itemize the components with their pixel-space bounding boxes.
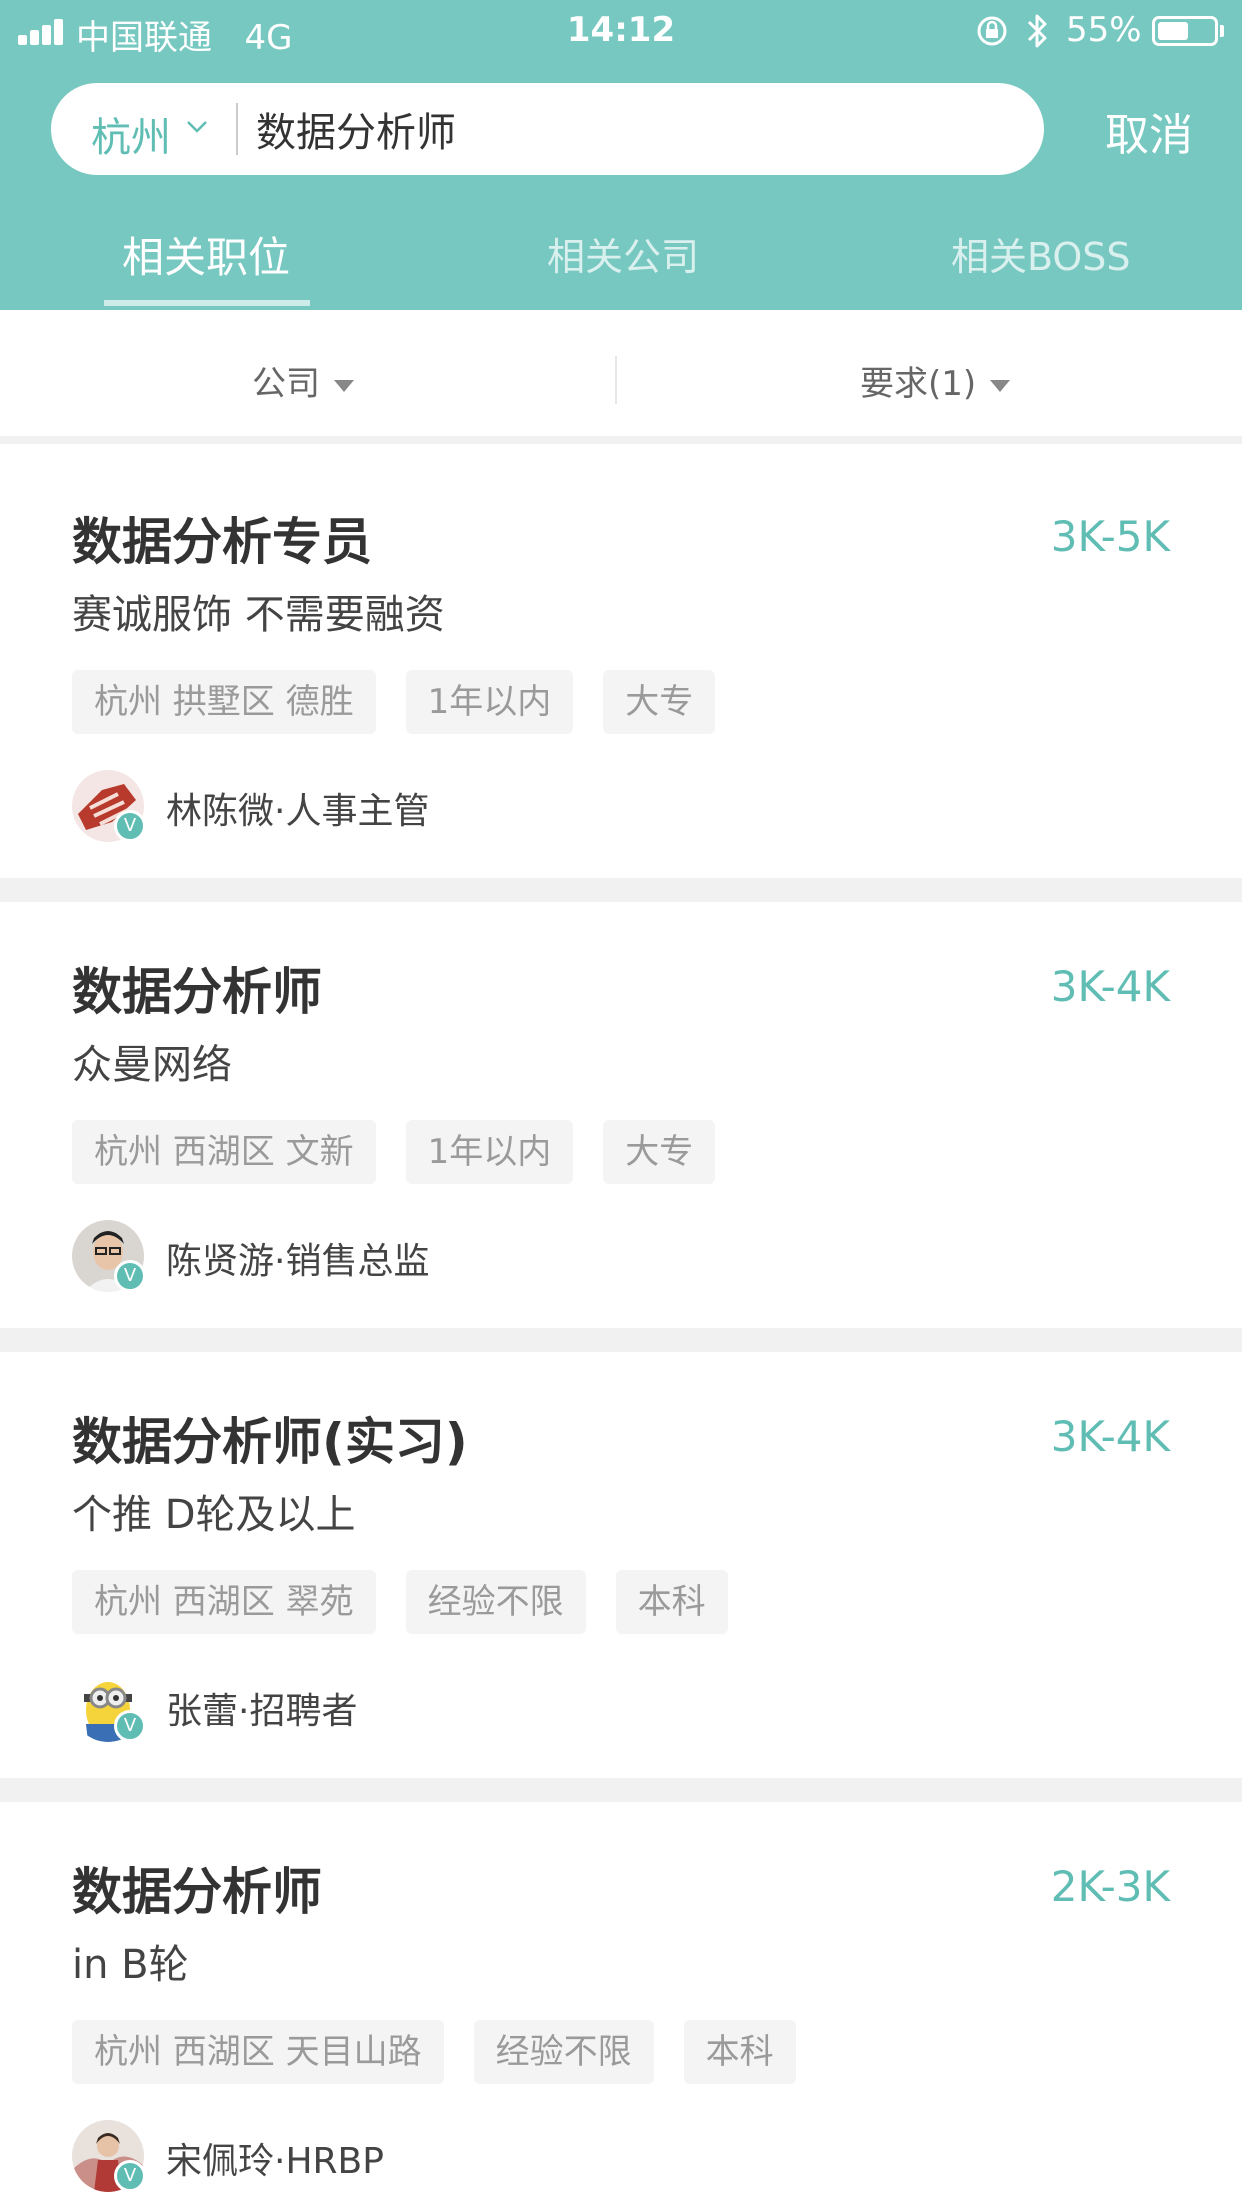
- job-title: 数据分析师(实习): [72, 1413, 468, 1471]
- job-tags: 杭州 西湖区 天目山路 经验不限 本科: [72, 2020, 796, 2084]
- chevron-down-icon[interactable]: [183, 113, 211, 141]
- location-tag: 杭州 西湖区 翠苑: [72, 1570, 376, 1634]
- requirements-filter-label: 要求(1): [860, 364, 977, 404]
- clock: 14:12: [566, 10, 676, 50]
- bluetooth-icon: [1027, 14, 1047, 48]
- company-info: 个推 D轮及以上: [72, 1492, 356, 1538]
- job-title: 数据分析专员: [72, 513, 372, 571]
- job-tags: 杭州 拱墅区 德胜 1年以内 大专: [72, 670, 716, 734]
- job-card[interactable]: 数据分析师 2K-3K in B轮 杭州 西湖区 天目山路 经验不限 本科 V …: [0, 1802, 1242, 2208]
- experience-tag: 1年以内: [405, 670, 574, 734]
- experience-tag: 经验不限: [405, 1570, 586, 1634]
- education-tag: 本科: [615, 1570, 728, 1634]
- salary: 3K-5K: [1050, 512, 1170, 561]
- battery-tip: [1220, 25, 1224, 37]
- location-tag: 杭州 西湖区 文新: [72, 1120, 376, 1184]
- card-separator: [0, 1328, 1242, 1352]
- job-card[interactable]: 数据分析师(实习) 3K-4K 个推 D轮及以上 杭州 西湖区 翠苑 经验不限 …: [0, 1352, 1242, 1778]
- job-title: 数据分析师: [72, 1863, 322, 1921]
- company-info: in B轮: [72, 1942, 189, 1988]
- recruiter-info: 宋佩玲·HRBP: [166, 2141, 384, 2182]
- requirements-filter[interactable]: 要求(1): [860, 356, 1011, 405]
- location-tag: 杭州 拱墅区 德胜: [72, 670, 376, 734]
- caret-down-icon: [990, 379, 1011, 392]
- recruiter-info: 林陈微·人事主管: [166, 791, 430, 832]
- city-selector[interactable]: 杭州: [91, 105, 171, 163]
- avatar: V: [72, 1670, 146, 1742]
- search-input[interactable]: [256, 97, 1016, 161]
- education-tag: 大专: [603, 1120, 716, 1184]
- verified-icon: V: [114, 810, 146, 842]
- caret-down-icon: [334, 379, 354, 392]
- company-filter-label: 公司: [252, 364, 320, 404]
- avatar: V: [72, 2120, 146, 2192]
- search-box: 杭州: [51, 83, 1044, 175]
- job-card[interactable]: 数据分析师 3K-4K 众曼网络 杭州 西湖区 文新 1年以内 大专 V 陈贤游…: [0, 902, 1242, 1328]
- app-header: 中国联通 4G 14:12 55% 杭州 取消 相关职位 相关公司 相关BOSS: [0, 0, 1242, 310]
- verified-icon: V: [114, 2160, 146, 2192]
- tab-related-jobs[interactable]: 相关职位: [122, 224, 290, 285]
- job-tags: 杭州 西湖区 翠苑 经验不限 本科: [72, 1570, 728, 1634]
- battery-icon: [1152, 16, 1218, 46]
- job-tags: 杭州 西湖区 文新 1年以内 大专: [72, 1120, 716, 1184]
- status-bar: 中国联通 4G 14:12 55%: [0, 0, 1242, 62]
- tab-related-companies[interactable]: 相关公司: [547, 226, 699, 281]
- avatar: V: [72, 1220, 146, 1292]
- education-tag: 大专: [603, 670, 716, 734]
- experience-tag: 1年以内: [405, 1120, 574, 1184]
- experience-tag: 经验不限: [473, 2020, 654, 2084]
- battery-percent: 55%: [1066, 10, 1142, 50]
- salary: 3K-4K: [1050, 962, 1170, 1011]
- search-divider: [236, 103, 238, 155]
- verified-icon: V: [114, 1260, 146, 1292]
- company-info: 众曼网络: [72, 1042, 232, 1088]
- company-info: 赛诚服饰 不需要融资: [72, 592, 445, 638]
- rotation-lock-icon: [977, 16, 1007, 46]
- tab-indicator: [104, 300, 310, 306]
- company-filter[interactable]: 公司: [252, 356, 354, 405]
- avatar: V: [72, 770, 146, 842]
- salary: 2K-3K: [1050, 1862, 1170, 1911]
- card-separator: [0, 878, 1242, 902]
- filter-bar: 公司 要求(1): [0, 310, 1242, 444]
- filter-divider: [615, 356, 617, 404]
- recruiter-info: 张蕾·招聘者: [166, 1691, 358, 1732]
- job-card[interactable]: 数据分析专员 3K-5K 赛诚服饰 不需要融资 杭州 拱墅区 德胜 1年以内 大…: [0, 452, 1242, 878]
- job-title: 数据分析师: [72, 963, 322, 1021]
- verified-icon: V: [114, 1710, 146, 1742]
- recruiter-info: 陈贤游·销售总监: [166, 1241, 430, 1282]
- cancel-button[interactable]: 取消: [1105, 99, 1193, 163]
- card-separator: [0, 1778, 1242, 1802]
- education-tag: 本科: [683, 2020, 796, 2084]
- tab-related-boss[interactable]: 相关BOSS: [951, 226, 1131, 281]
- battery-level: [1158, 22, 1188, 40]
- location-tag: 杭州 西湖区 天目山路: [72, 2020, 444, 2084]
- salary: 3K-4K: [1050, 1412, 1170, 1461]
